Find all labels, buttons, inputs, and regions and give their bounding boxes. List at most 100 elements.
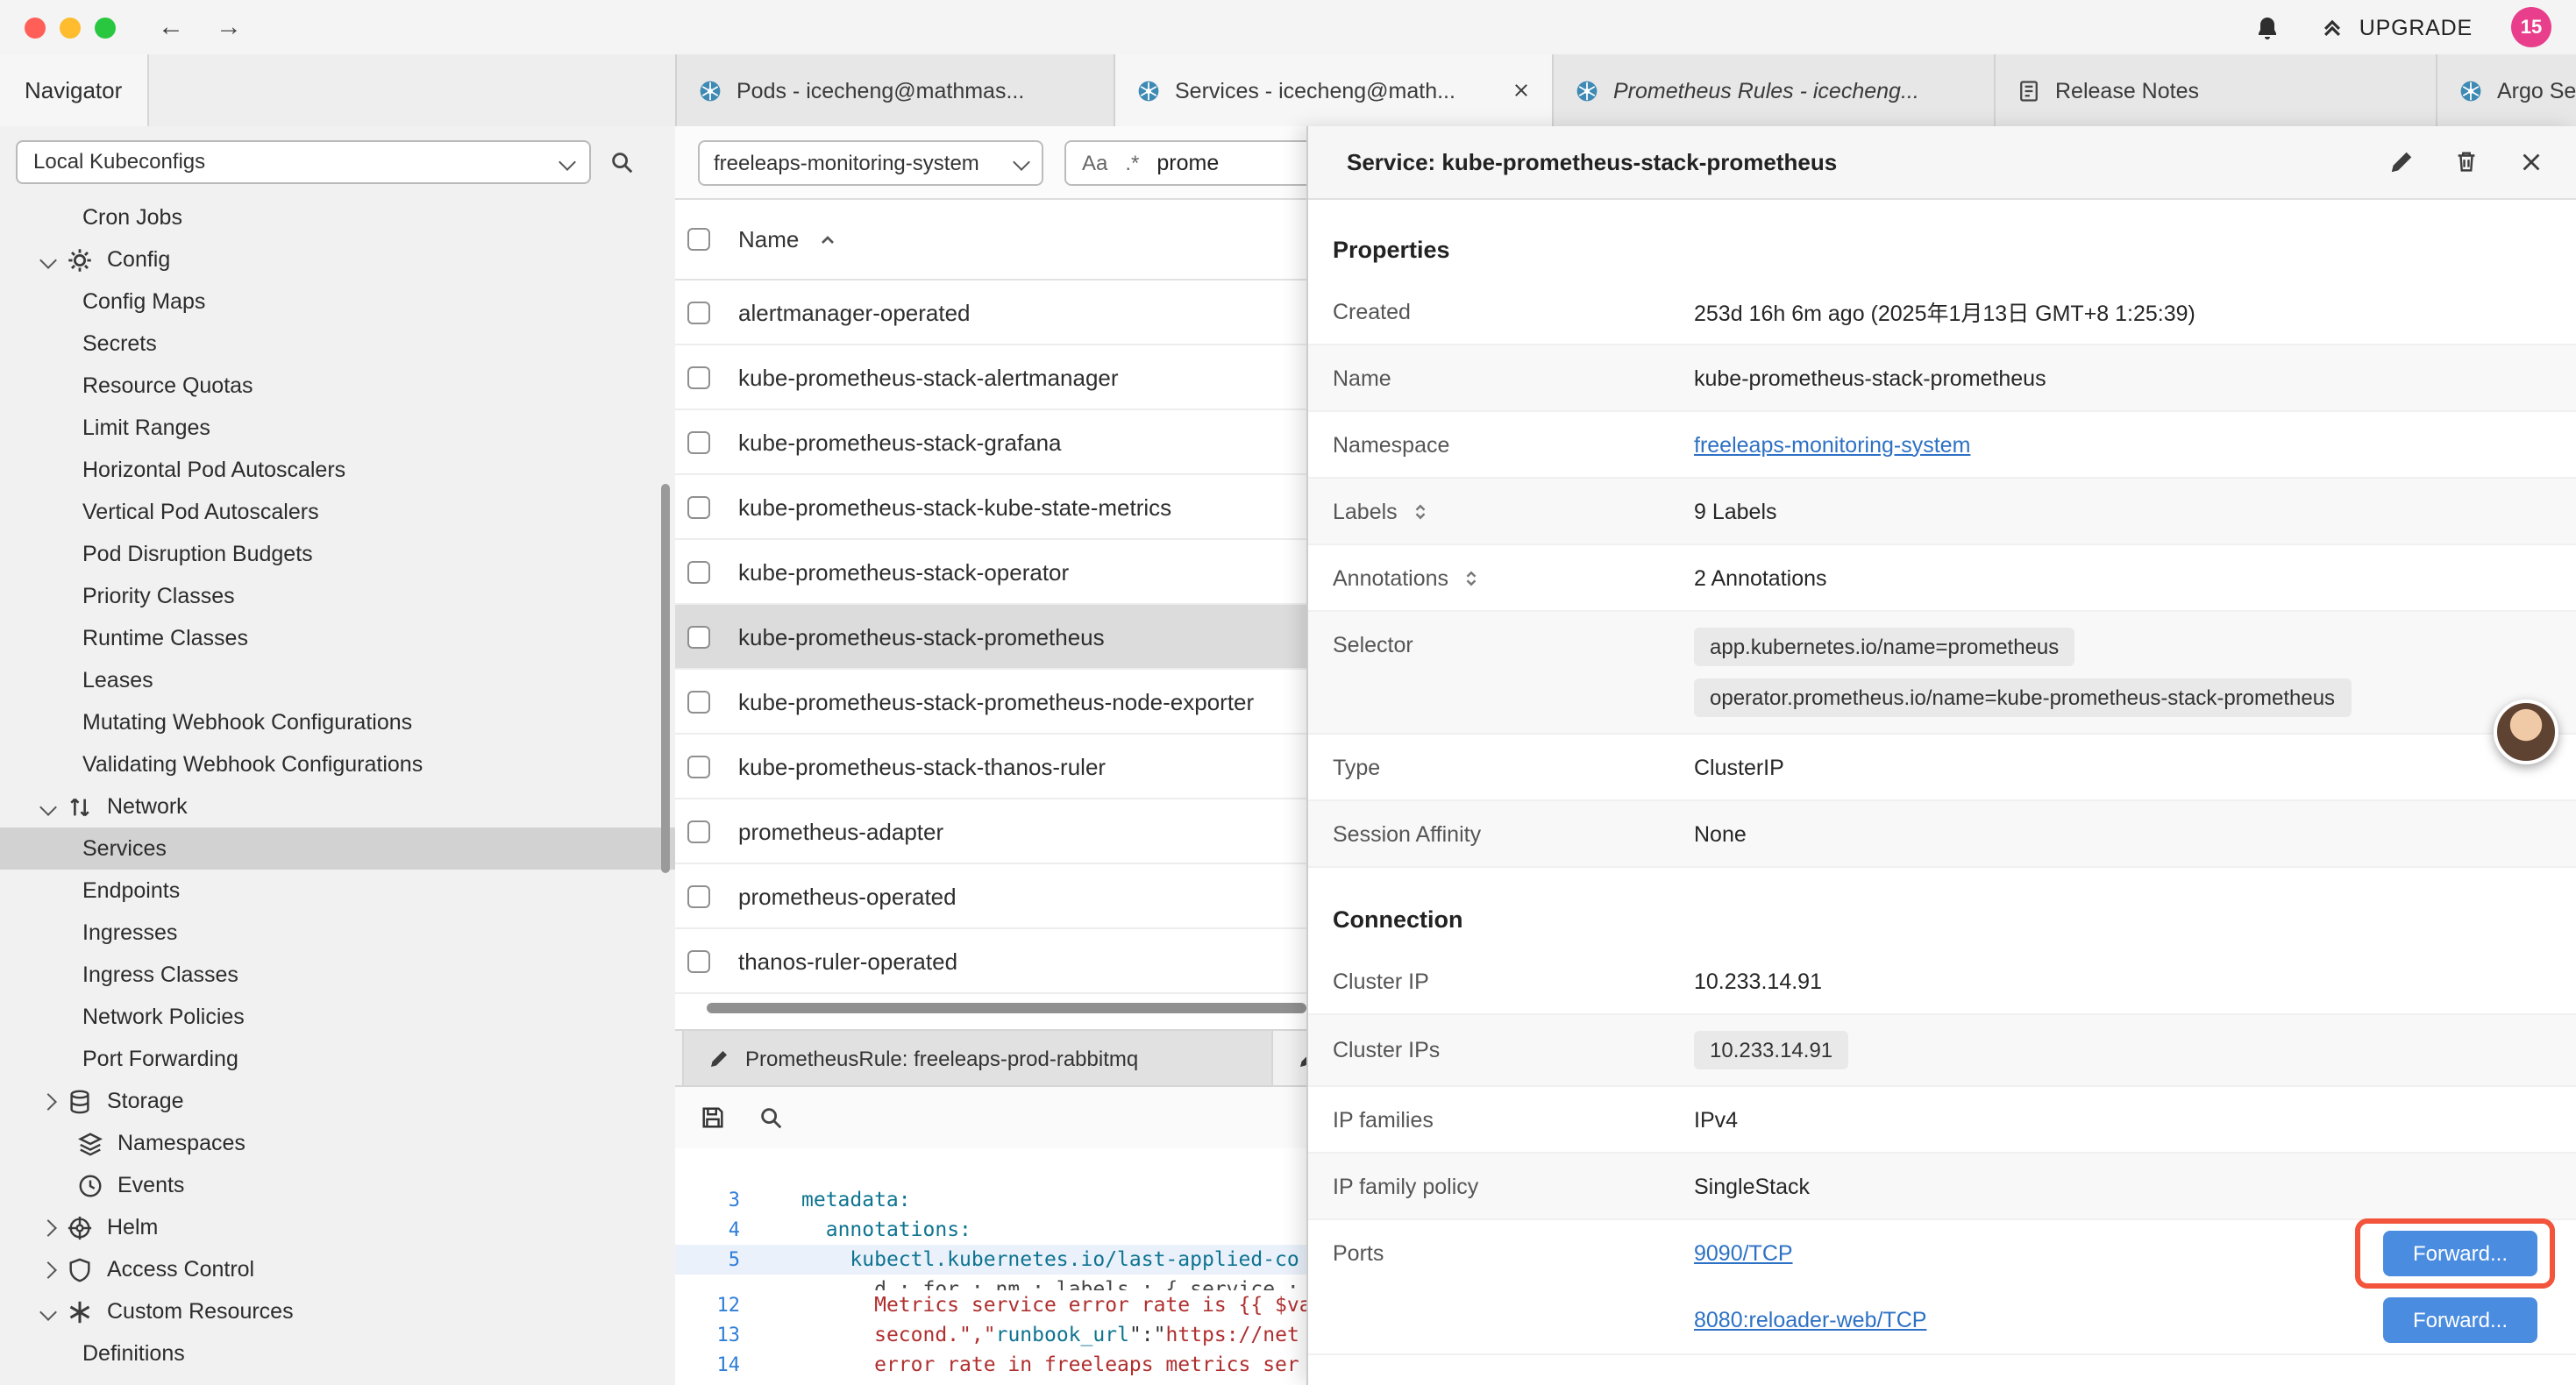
forward-button[interactable]: Forward... [2383,1231,2537,1276]
sidebar-item-endpoints[interactable]: Endpoints [0,870,675,912]
row-checkbox[interactable] [687,949,710,972]
service-name: alertmanager-operated [738,299,971,325]
line-number [675,1275,740,1290]
sidebar-item-vertical-pod-autoscalers[interactable]: Vertical Pod Autoscalers [0,491,675,533]
namespace-filter[interactable]: freeleaps-monitoring-system [698,139,1043,185]
sidebar-item-access-control[interactable]: Access Control [0,1248,675,1290]
regex-toggle[interactable]: .* [1125,150,1139,174]
tab-prometheus-rules-icecheng[interactable]: Prometheus Rules - icecheng... [1554,54,1996,126]
sidebar-item-port-forwarding[interactable]: Port Forwarding [0,1038,675,1080]
row-checkbox[interactable] [687,301,710,323]
port-row-8080-reloader-web-tcp: 8080:reloader-web/TCP Forward... [1694,1287,2551,1353]
sidebar-scrollbar[interactable] [661,484,670,873]
namespace-link[interactable]: freeleaps-monitoring-system [1694,432,1970,457]
kubeconfig-selector[interactable]: Local Kubeconfigs [16,139,591,183]
sort-updown-icon[interactable] [1410,501,1431,522]
navigator-tree: Cron JobsConfig Config Maps Secrets Resourc… [0,196,675,1385]
sidebar-item-network-policies[interactable]: Network Policies [0,996,675,1038]
chevron-right-icon[interactable] [39,1095,56,1107]
select-all-checkbox[interactable] [687,228,710,251]
sidebar-item-storage[interactable]: Storage [0,1080,675,1122]
editor-search-icon[interactable] [758,1104,784,1131]
sidebar-item-cron-jobs[interactable]: Cron Jobs [0,196,675,238]
close-tab-icon[interactable] [1512,81,1531,100]
sidebar-item-namespaces[interactable]: Namespaces [0,1122,675,1164]
sidebar-item-priority-classes[interactable]: Priority Classes [0,575,675,617]
traffic-light-zoom[interactable] [95,17,116,38]
property-label: Cluster IPs [1333,1038,1694,1062]
row-checkbox[interactable] [687,495,710,518]
chevron-right-icon[interactable] [39,1221,56,1233]
sidebar-item-ingress-classes[interactable]: Ingress Classes [0,954,675,996]
row-checkbox[interactable] [687,755,710,778]
tab-services-icecheng-math[interactable]: Services - icecheng@math... [1115,54,1554,126]
delete-icon[interactable] [2453,149,2480,175]
sidebar-item-runtime-classes[interactable]: Runtime Classes [0,617,675,659]
tab-release-notes[interactable]: Release Notes [1996,54,2437,126]
traffic-light-minimize[interactable] [60,17,81,38]
horizontal-scrollbar[interactable] [707,1003,1306,1013]
forward-button[interactable]: → [216,14,242,40]
service-name: kube-prometheus-stack-operator [738,558,1069,585]
sidebar-item-config[interactable]: Config [0,238,675,281]
name-column-header[interactable]: Name [738,226,799,252]
property-label: IP family policy [1333,1174,1694,1198]
save-icon[interactable] [700,1104,726,1131]
sidebar-item-ingresses[interactable]: Ingresses [0,912,675,954]
sidebar-item-label: Secrets [82,331,157,356]
port-link[interactable]: 9090/TCP [1694,1241,1793,1266]
sidebar-item-mutating-webhook-configurations[interactable]: Mutating Webhook Configurations [0,701,675,743]
traffic-light-close[interactable] [25,17,46,38]
row-checkbox[interactable] [687,560,710,583]
chevron-down-icon[interactable] [39,253,56,266]
sidebar-item-services[interactable]: Services [0,827,675,870]
row-checkbox[interactable] [687,366,710,388]
floating-avatar[interactable] [2494,700,2558,764]
close-drawer-icon[interactable] [2518,149,2544,175]
sidebar-item-config-maps[interactable]: Config Maps [0,281,675,323]
sidebar-item-custom-resources[interactable]: Custom Resources [0,1290,675,1332]
property-row-labels: Labels9 Labels [1308,479,2576,545]
dock-tab-prometheusrule-freeleaps-prod-rabbitmq[interactable]: PrometheusRule: freeleaps-prod-rabbitmq [682,1031,1273,1085]
sidebar-item-label: Config Maps [82,289,205,314]
sidebar-item-resource-quotas[interactable]: Resource Quotas [0,365,675,407]
port-link[interactable]: 8080:reloader-web/TCP [1694,1308,1926,1332]
sidebar-item-validating-webhook-configurations[interactable]: Validating Webhook Configurations [0,743,675,785]
upgrade-button[interactable]: UPGRADE [2321,15,2473,39]
row-checkbox[interactable] [687,430,710,453]
sidebar-item-pod-disruption-budgets[interactable]: Pod Disruption Budgets [0,533,675,575]
property-row-annotations: Annotations2 Annotations [1308,545,2576,612]
notification-badge[interactable]: 15 [2511,7,2551,47]
row-checkbox[interactable] [687,820,710,842]
tab-argo-se[interactable]: Argo Se [2437,54,2576,126]
sidebar-item-leases[interactable]: Leases [0,659,675,701]
navigator-search-icon[interactable] [608,148,635,174]
sidebar-item-secrets[interactable]: Secrets [0,323,675,365]
sidebar-item-network[interactable]: Network [0,785,675,827]
sort-ascending-icon[interactable] [816,229,837,250]
sidebar-item-label: Priority Classes [82,584,235,608]
back-button[interactable]: ← [158,14,184,40]
row-checkbox[interactable] [687,884,710,907]
row-checkbox[interactable] [687,625,710,648]
edit-icon[interactable] [2388,149,2415,175]
sidebar-item-helm[interactable]: Helm [0,1206,675,1248]
chevron-down-icon[interactable] [39,800,56,813]
chevron-right-icon[interactable] [39,1263,56,1275]
sidebar-item-horizontal-pod-autoscalers[interactable]: Horizontal Pod Autoscalers [0,449,675,491]
row-checkbox[interactable] [687,690,710,713]
layers-icon [77,1130,103,1156]
sidebar-item-events[interactable]: Events [0,1164,675,1206]
property-label: IP families [1333,1107,1694,1132]
chevron-down-icon[interactable] [39,1305,56,1318]
sort-updown-icon[interactable] [1461,567,1482,588]
property-label: Cluster IP [1333,969,1694,993]
helm-icon [67,1214,93,1240]
forward-button[interactable]: Forward... [2383,1297,2537,1343]
sidebar-item-limit-ranges[interactable]: Limit Ranges [0,407,675,449]
tab-pods-icecheng-mathmas[interactable]: Pods - icecheng@mathmas... [677,54,1115,126]
match-case-toggle[interactable]: Aa [1082,150,1107,174]
property-row-created: Created253d 16h 6m ago (2025年1月13日 GMT+8… [1308,279,2576,345]
bell-icon[interactable] [2254,13,2282,41]
sidebar-item-definitions[interactable]: Definitions [0,1332,675,1374]
